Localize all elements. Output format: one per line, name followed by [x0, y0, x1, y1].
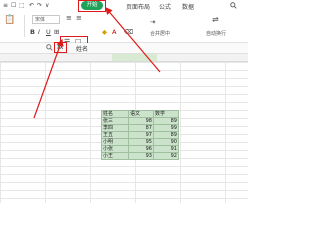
arrow-to-alignment: [33, 38, 64, 119]
arrow-to-home-tab: [105, 7, 161, 73]
annotation-arrows: [33, 7, 161, 119]
